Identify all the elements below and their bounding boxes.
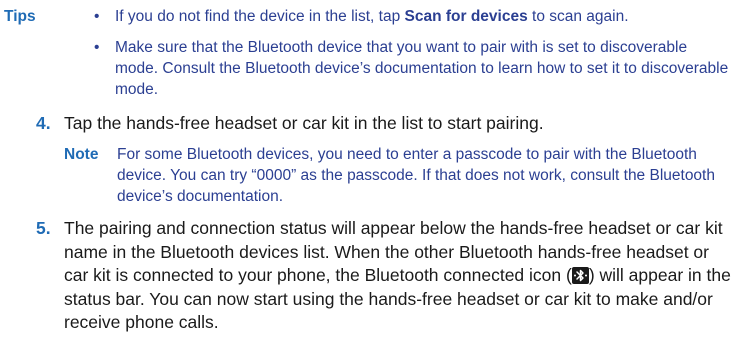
tip-text: If you do not find the device in the lis… xyxy=(115,6,734,27)
scan-for-devices-label: Scan for devices xyxy=(404,8,528,25)
note-text: For some Bluetooth devices, you need to … xyxy=(117,146,715,205)
tip-text-after: to scan again. xyxy=(527,8,629,25)
step-number: 4. xyxy=(36,113,51,133)
bullet: • xyxy=(94,8,100,25)
tip-item: • If you do not find the device in the l… xyxy=(94,6,734,27)
manual-page: Tips • If you do not find the device in … xyxy=(0,0,748,337)
step-text: Tap the hands-free headset or car kit in… xyxy=(64,113,544,133)
tip-item: • Make sure that the Bluetooth device th… xyxy=(94,37,734,100)
bluetooth-connected-icon xyxy=(571,267,589,284)
step-text: The pairing and connection status will a… xyxy=(64,217,736,335)
tips-label: Tips xyxy=(4,8,36,25)
tip-text: Make sure that the Bluetooth device that… xyxy=(115,39,729,98)
tip-text-before: If you do not find the device in the lis… xyxy=(115,8,405,25)
step-number: 5. xyxy=(36,218,51,238)
note-label: Note xyxy=(64,146,99,163)
note-section: Note For some Bluetooth devices, you nee… xyxy=(0,144,748,207)
step-4: 4. Tap the hands-free headset or car kit… xyxy=(0,112,748,136)
bluetooth-connected-icon-glyph xyxy=(573,269,587,282)
step-5: 5. The pairing and connection status wil… xyxy=(0,217,748,335)
bullet: • xyxy=(94,39,100,56)
